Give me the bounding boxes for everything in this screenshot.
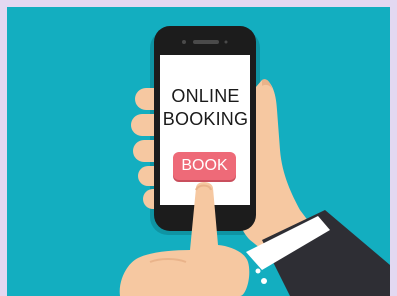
phone-camera (182, 40, 186, 44)
online-booking-illustration (7, 7, 390, 296)
illustration: ONLINE BOOKING BOOK (0, 0, 397, 296)
book-button[interactable]: BOOK (173, 152, 236, 180)
phone-speaker (193, 40, 219, 44)
screen-text-online: ONLINE (171, 86, 240, 106)
screen-text-booking: BOOKING (162, 109, 249, 129)
